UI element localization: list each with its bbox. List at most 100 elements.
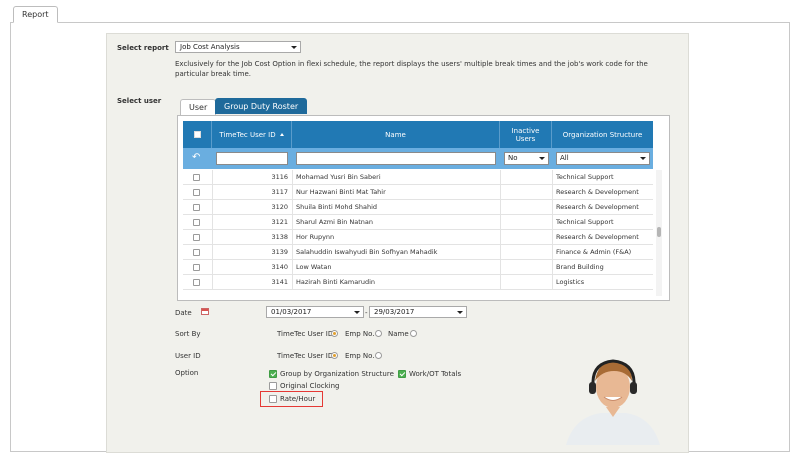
- row-divider: [500, 215, 501, 230]
- row-user-id: 3139: [271, 248, 288, 256]
- sort-by-option-name: Name: [388, 330, 409, 338]
- table-row[interactable]: 3120 Shuila Binti Mohd Shahid Research & D…: [183, 200, 653, 215]
- sort-by-option-user-id: TimeTec User ID: [277, 330, 334, 338]
- table-row[interactable]: 3141 Hazirah Binti Kamarudin Logistics: [183, 275, 653, 290]
- row-divider: [292, 260, 293, 275]
- row-divider: [552, 215, 553, 230]
- select-all-checkbox[interactable]: [193, 131, 201, 138]
- row-checkbox[interactable]: [193, 249, 200, 256]
- support-person-image: [566, 359, 660, 445]
- filter-name-input[interactable]: [296, 152, 496, 165]
- row-checkbox[interactable]: [193, 174, 200, 181]
- row-org: Research & Development: [556, 203, 639, 211]
- chevron-down-icon: [640, 157, 646, 160]
- select-all-cell[interactable]: [183, 121, 212, 148]
- sort-by-emp-no-radio[interactable]: [375, 330, 382, 337]
- row-org: Technical Support: [556, 218, 614, 226]
- row-divider: [500, 185, 501, 200]
- row-checkbox[interactable]: [193, 234, 200, 241]
- table-row[interactable]: 3140 Low Watan Brand Building: [183, 260, 653, 275]
- option-label: Option: [175, 369, 199, 377]
- date-to-select[interactable]: 29/03/2017: [369, 306, 467, 318]
- user-id-timetec-radio[interactable]: [331, 352, 338, 359]
- row-name: Shuila Binti Mohd Shahid: [296, 203, 378, 211]
- undo-icon[interactable]: ↶: [192, 153, 200, 163]
- chevron-down-icon: [457, 311, 463, 314]
- col-org-label: Organization Structure: [562, 130, 643, 139]
- row-org: Research & Development: [556, 233, 639, 241]
- sort-by-user-id-radio[interactable]: [331, 330, 338, 337]
- row-checkbox[interactable]: [193, 204, 200, 211]
- row-user-id: 3141: [271, 278, 288, 286]
- row-org: Brand Building: [556, 263, 604, 271]
- group-by-org-checkbox[interactable]: [269, 370, 277, 378]
- col-name[interactable]: Name: [292, 121, 500, 148]
- row-org: Logistics: [556, 278, 585, 286]
- row-divider: [552, 185, 553, 200]
- table-row[interactable]: 3117 Nur Hazwani Binti Mat Tahir Research …: [183, 185, 653, 200]
- row-divider: [552, 230, 553, 245]
- row-checkbox[interactable]: [193, 219, 200, 226]
- sort-by-label: Sort By: [175, 330, 201, 338]
- row-divider: [292, 230, 293, 245]
- row-divider: [500, 245, 501, 260]
- row-divider: [552, 170, 553, 185]
- row-divider: [292, 170, 293, 185]
- grid-scrollbar-thumb[interactable]: [657, 227, 661, 237]
- row-divider: [292, 275, 293, 290]
- col-org[interactable]: Organization Structure: [552, 121, 653, 148]
- row-divider: [552, 260, 553, 275]
- table-row[interactable]: 3139 Salahuddin Iswahyudi Bin Sofhyan Mah…: [183, 245, 653, 260]
- select-report-label: Select report: [117, 44, 169, 52]
- filter-org-select[interactable]: All: [556, 152, 650, 165]
- filter-org-value: All: [560, 154, 569, 162]
- date-from-select[interactable]: 01/03/2017: [266, 306, 364, 318]
- user-id-option-emp-no: Emp No.: [345, 352, 375, 360]
- work-ot-totals-checkbox[interactable]: [398, 370, 406, 378]
- user-id-emp-no-radio[interactable]: [375, 352, 382, 359]
- date-to-value: 29/03/2017: [374, 308, 415, 316]
- filter-inactive-value: No: [508, 154, 518, 162]
- user-id-option-timetec: TimeTec User ID: [277, 352, 334, 360]
- row-divider: [292, 200, 293, 215]
- sort-asc-icon: [279, 133, 284, 136]
- row-checkbox[interactable]: [193, 264, 200, 271]
- col-inactive[interactable]: Inactive Users: [500, 121, 552, 148]
- row-divider: [292, 245, 293, 260]
- row-checkbox[interactable]: [193, 189, 200, 196]
- col-user-id[interactable]: TimeTec User ID: [212, 121, 292, 148]
- report-description: Exclusively for the Job Cost Option in f…: [175, 60, 648, 78]
- filter-user-id-input[interactable]: [216, 152, 288, 165]
- row-divider: [292, 215, 293, 230]
- row-name: Hazirah Binti Kamarudin: [296, 278, 376, 286]
- tab-report[interactable]: Report: [13, 6, 58, 23]
- sort-by-name-radio[interactable]: [410, 330, 417, 337]
- row-checkbox[interactable]: [193, 279, 200, 286]
- original-clocking-checkbox[interactable]: [269, 382, 277, 390]
- group-by-org-label: Group by Organization Structure: [280, 370, 394, 378]
- select-user-label: Select user: [117, 97, 162, 105]
- tab-user[interactable]: User: [180, 99, 217, 115]
- filter-inactive-select[interactable]: No: [504, 152, 549, 165]
- grid-header: TimeTec User ID Name Inactive Users Orga…: [183, 121, 653, 148]
- col-name-label: Name: [385, 130, 406, 139]
- row-name: Mohamad Yusri Bin Saberi: [296, 173, 381, 181]
- chevron-down-icon: [539, 157, 545, 160]
- chevron-down-icon: [291, 46, 297, 49]
- row-divider: [552, 245, 553, 260]
- report-select[interactable]: Job Cost Analysis: [175, 41, 301, 53]
- row-divider: [552, 200, 553, 215]
- table-row[interactable]: 3121 Sharul Azmi Bin Natnan Technical Supp…: [183, 215, 653, 230]
- row-divider: [500, 260, 501, 275]
- date-label: Date: [175, 309, 192, 317]
- row-name: Nur Hazwani Binti Mat Tahir: [296, 188, 386, 196]
- date-separator: -: [365, 309, 368, 317]
- sort-by-option-emp-no: Emp No.: [345, 330, 375, 338]
- table-row[interactable]: 3116 Mohamad Yusri Bin Saberi Technical Su…: [183, 170, 653, 185]
- row-divider: [500, 200, 501, 215]
- table-row[interactable]: 3138 Hor Rupynn Research & Development: [183, 230, 653, 245]
- col-user-id-label: TimeTec User ID: [219, 130, 276, 139]
- row-divider: [500, 230, 501, 245]
- calendar-icon[interactable]: [201, 308, 209, 315]
- tab-group-duty-roster[interactable]: Group Duty Roster: [215, 98, 308, 114]
